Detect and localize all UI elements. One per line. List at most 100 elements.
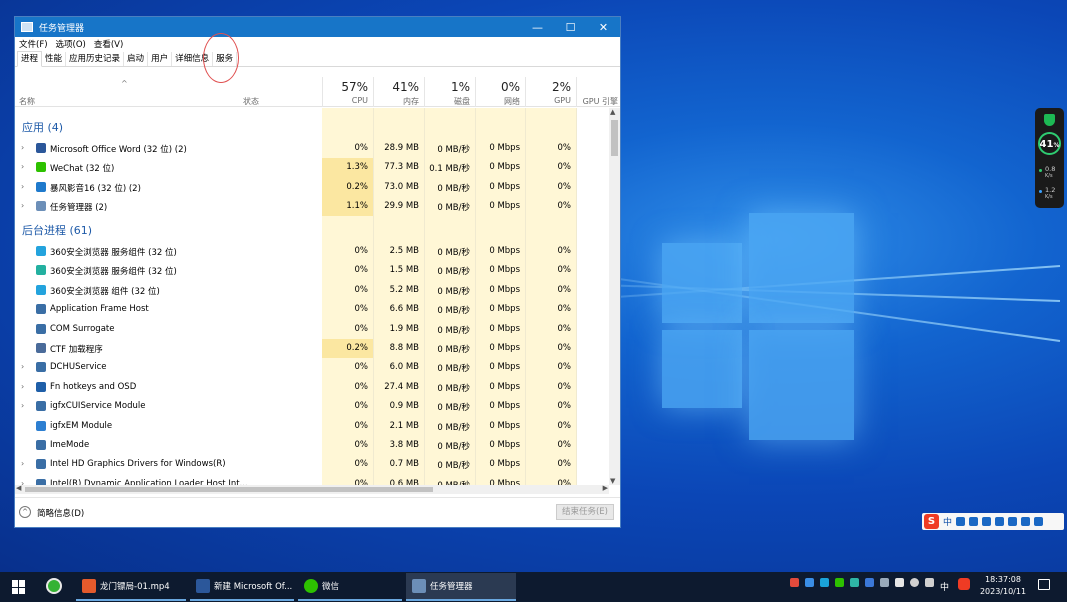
process-cpu: 0% — [354, 440, 369, 450]
widget-upload-unit: K/s — [1045, 173, 1053, 179]
process-row[interactable]: › Intel(R) Dynamic Application Loader Hos… — [15, 475, 608, 485]
process-row[interactable]: Application Frame Host 0% 6.6 MB 0 MB/秒 0 Mb… — [15, 300, 608, 319]
toolbox-icon[interactable] — [1008, 517, 1018, 526]
tab-processes[interactable]: 进程 — [17, 51, 43, 67]
ime-toolbar[interactable]: S 中 — [922, 513, 1064, 530]
process-row[interactable]: › WeChat (32 位) 1.3% 77.3 MB 0.1 MB/秒 0 Mbps 0… — [15, 158, 608, 178]
header-memory[interactable]: 41% 内存 — [373, 77, 424, 107]
ime-mode[interactable]: 中 — [943, 515, 952, 528]
process-net: 0 Mbps — [489, 284, 520, 295]
process-disk: 0 MB/秒 — [437, 422, 470, 433]
keyboard-icon[interactable] — [995, 517, 1005, 526]
process-row[interactable]: › 暴风影音16 (32 位) (2) 0.2% 73.0 MB 0 MB/秒 0 Mbp… — [15, 177, 608, 198]
vertical-scroll-thumb[interactable] — [611, 120, 618, 156]
tray-shield-icon[interactable] — [805, 578, 814, 587]
menu-view[interactable]: 查看(V) — [94, 38, 123, 50]
process-gpu: 0% — [557, 201, 572, 212]
column-header: ^ 名称 状态 57% CPU 41% 内存 1% 磁盘 0% 网络 2% GP… — [15, 77, 620, 107]
close-button[interactable]: ✕ — [587, 17, 620, 37]
taskbar-item-task-manager[interactable]: 任务管理器 — [406, 573, 516, 601]
process-row[interactable]: 360安全浏览器 服务组件 (32 位) 0% 1.5 MB 0 MB/秒 0 Mbps… — [15, 261, 608, 280]
header-name[interactable]: 名称 — [19, 96, 35, 107]
wifi-icon[interactable] — [910, 578, 919, 587]
expand-chevron-icon[interactable]: › — [21, 401, 24, 410]
tab-startup[interactable]: 启动 — [124, 52, 149, 66]
sogou-logo-icon[interactable]: S — [924, 514, 939, 529]
process-name: CTF 加载程序 — [50, 345, 103, 355]
process-mem: 28.9 MB — [384, 143, 419, 153]
header-status[interactable]: 状态 — [243, 96, 259, 107]
emoji-icon[interactable] — [969, 517, 979, 526]
notification-center-icon[interactable] — [1038, 579, 1050, 590]
tray-app2-icon[interactable] — [850, 578, 859, 587]
horizontal-scroll-thumb[interactable] — [25, 487, 433, 492]
menu-options[interactable]: 选项(O) — [56, 38, 86, 50]
360-browser-icon[interactable] — [46, 578, 62, 594]
header-gpu-engine[interactable]: GPU 引擎 — [576, 77, 620, 107]
microphone-icon[interactable] — [982, 517, 992, 526]
tray-360-icon[interactable] — [820, 578, 829, 587]
punctuation-icon[interactable] — [956, 517, 966, 526]
process-row[interactable]: › Microsoft Office Word (32 位) (2) 0% 28.9 … — [15, 139, 608, 158]
fewer-details-link[interactable]: 简略信息(D) — [37, 507, 84, 519]
tray-battery-icon[interactable] — [880, 578, 889, 587]
fewer-details-icon[interactable]: ^ — [19, 506, 31, 518]
taskbar-item-word[interactable]: 新建 Microsoft Of... — [190, 573, 294, 601]
tab-app-history[interactable]: 应用历史记录 — [66, 52, 125, 66]
menu-file[interactable]: 文件(F) — [19, 38, 48, 50]
system-monitor-widget[interactable]: 41% 0.8 K/s 1.2 K/s — [1035, 108, 1064, 208]
menu-grid-icon[interactable] — [1034, 517, 1044, 526]
expand-chevron-icon[interactable]: › — [21, 162, 24, 171]
process-gpu: 0% — [557, 323, 572, 334]
start-button[interactable] — [12, 580, 26, 594]
expand-chevron-icon[interactable]: › — [21, 459, 24, 468]
process-mem: 73.0 MB — [384, 181, 419, 192]
maximize-button[interactable]: ☐ — [554, 17, 587, 37]
expand-chevron-icon[interactable]: › — [21, 362, 24, 371]
minimize-button[interactable]: — — [521, 17, 554, 37]
tray-ime-mode[interactable]: 中 — [940, 580, 949, 593]
process-row[interactable]: › igfxCUIService Module 0% 0.9 MB 0 MB/秒 0 Mb… — [15, 397, 608, 416]
process-disk: 0 MB/秒 — [437, 203, 470, 214]
volume-icon[interactable] — [925, 578, 934, 587]
expand-chevron-icon[interactable]: › — [21, 143, 24, 152]
process-row[interactable]: CTF 加载程序 0.2% 8.8 MB 0 MB/秒 0 Mbps 0% — [15, 339, 608, 359]
expand-chevron-icon[interactable]: › — [21, 201, 24, 210]
process-gpu: 0% — [557, 440, 572, 450]
horizontal-scrollbar[interactable]: ◀ ▶ — [15, 484, 609, 494]
sogou-tray-icon[interactable] — [958, 578, 970, 590]
header-disk[interactable]: 1% 磁盘 — [424, 77, 475, 107]
process-row[interactable]: COM Surrogate 0% 1.9 MB 0 MB/秒 0 Mbps 0% — [15, 320, 608, 339]
process-row[interactable]: › Intel HD Graphics Drivers for Windows(R… — [15, 455, 608, 474]
process-name: 360安全浏览器 组件 (32 位) — [50, 286, 160, 297]
process-net: 0 Mbps — [489, 343, 520, 353]
process-row[interactable]: 360安全浏览器 服务组件 (32 位) 0% 2.5 MB 0 MB/秒 0 Mbps… — [15, 242, 608, 261]
taskbar-item-wechat[interactable]: 微信 — [298, 573, 402, 601]
tray-app4-icon[interactable] — [895, 578, 904, 587]
process-row[interactable]: › Fn hotkeys and OSD 0% 27.4 MB 0 MB/秒 0 Mbps… — [15, 378, 608, 397]
process-row[interactable]: 360安全浏览器 组件 (32 位) 0% 5.2 MB 0 MB/秒 0 Mbps 0% — [15, 281, 608, 300]
tab-users[interactable]: 用户 — [148, 52, 173, 66]
taskbar-clock[interactable]: 18:37:08 2023/10/11 — [972, 574, 1034, 598]
skin-icon[interactable] — [1021, 517, 1031, 526]
end-task-button[interactable]: 结束任务(E) — [556, 504, 614, 520]
expand-chevron-icon[interactable]: › — [21, 382, 24, 391]
sort-caret-icon[interactable]: ^ — [121, 79, 128, 88]
header-cpu[interactable]: 57% CPU — [322, 77, 373, 107]
process-row[interactable]: › 任务管理器 (2) 1.1% 29.9 MB 0 MB/秒 0 Mbps 0% — [15, 197, 608, 217]
vertical-scrollbar[interactable]: ▲ ▼ — [609, 108, 620, 485]
taskbar-item-video[interactable]: 龙门镖局-01.mp4 — [76, 573, 186, 601]
expand-chevron-icon[interactable]: › — [21, 182, 24, 191]
header-network[interactable]: 0% 网络 — [475, 77, 525, 107]
process-row[interactable]: ImeMode 0% 3.8 MB 0 MB/秒 0 Mbps 0% — [15, 436, 608, 455]
tray-app-icon[interactable] — [790, 578, 799, 587]
title-bar[interactable]: 任务管理器 — ☐ ✕ — [15, 17, 620, 37]
task-manager-icon — [412, 579, 426, 593]
tray-wechat-icon[interactable] — [835, 578, 844, 587]
process-net: 0 Mbps — [489, 401, 520, 412]
process-row[interactable]: igfxEM Module 0% 2.1 MB 0 MB/秒 0 Mbps 0% — [15, 417, 608, 436]
process-row[interactable]: › DCHUService 0% 6.0 MB 0 MB/秒 0 Mbps 0% — [15, 358, 608, 377]
tray-app3-icon[interactable] — [865, 578, 874, 587]
tab-performance[interactable]: 性能 — [42, 52, 67, 66]
header-gpu[interactable]: 2% GPU — [525, 77, 576, 107]
